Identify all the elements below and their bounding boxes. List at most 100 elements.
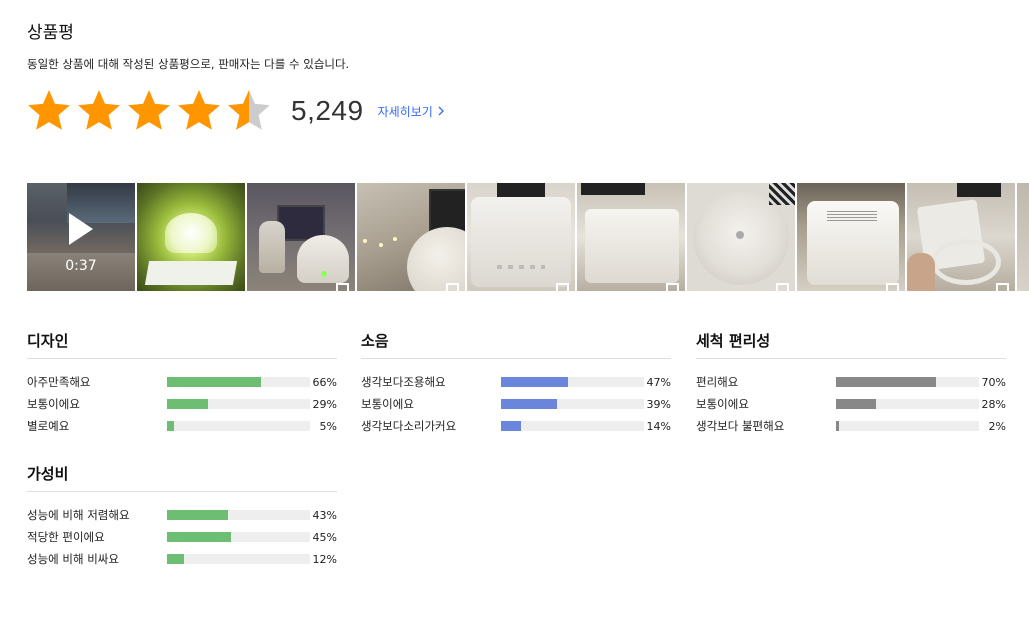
review-photo[interactable] <box>357 183 465 291</box>
rating-row: 보통이에요 29% <box>27 393 337 415</box>
rating-bar <box>501 399 644 409</box>
rating-label: 성능에 비해 저렴해요 <box>27 508 130 522</box>
review-count: 5,249 <box>291 95 364 126</box>
review-photo[interactable] <box>1017 183 1029 291</box>
rating-label: 아주만족해요 <box>27 375 91 389</box>
rating-label: 적당한 편이에요 <box>27 530 105 544</box>
half-star-icon <box>228 90 270 130</box>
photo-marker-icon <box>886 283 899 291</box>
rating-label: 보통이에요 <box>27 397 80 411</box>
rating-label: 보통이에요 <box>696 397 749 411</box>
rating-label: 생각보다소리가커요 <box>361 419 457 433</box>
rating-row: 아주만족해요 66% <box>27 371 337 393</box>
star-icon <box>28 90 70 130</box>
design-summary: 디자인 아주만족해요 66% 보통이에요 29% 별로예요 5% <box>27 330 337 437</box>
bar-fill <box>167 532 232 542</box>
rating-percent: 43% <box>312 508 337 522</box>
review-photo[interactable] <box>247 183 355 291</box>
chevron-right-icon <box>438 106 444 116</box>
rating-label: 생각보다 불편해요 <box>696 419 785 433</box>
star-icon <box>78 90 120 130</box>
rating-percent: 14% <box>646 419 671 433</box>
photo-marker-icon <box>666 283 679 291</box>
bar-fill <box>836 377 937 387</box>
rating-row: 보통이에요 28% <box>696 393 1006 415</box>
review-photo[interactable] <box>907 183 1015 291</box>
rating-percent: 45% <box>312 530 337 544</box>
rating-percent: 70% <box>981 375 1006 389</box>
bar-fill <box>836 399 877 409</box>
section-title: 가성비 <box>27 463 337 492</box>
reviews-notice: 동일한 상품에 대해 작성된 상품평으로, 판매자는 다를 수 있습니다. <box>27 57 350 71</box>
rating-row: 적당한 편이에요 45% <box>27 526 337 548</box>
rating-label: 생각보다조용해요 <box>361 375 446 389</box>
rating-bar <box>836 421 979 431</box>
play-icon <box>69 213 93 245</box>
rating-percent: 2% <box>988 419 1006 433</box>
section-title: 디자인 <box>27 330 337 359</box>
star-icon <box>128 90 170 130</box>
rating-label: 편리해요 <box>696 375 739 389</box>
bar-fill <box>501 377 569 387</box>
details-link[interactable]: 자세히보기 <box>378 103 445 120</box>
rating-bar <box>167 554 310 564</box>
review-photo[interactable] <box>467 183 575 291</box>
video-duration: 0:37 <box>65 258 97 274</box>
bar-fill <box>167 377 262 387</box>
rating-row: 편리해요 70% <box>696 371 1006 393</box>
bar-fill <box>167 399 209 409</box>
rating-label: 성능에 비해 비싸요 <box>27 552 119 566</box>
rating-percent: 12% <box>312 552 337 566</box>
photo-marker-icon <box>776 283 789 291</box>
rating-row: 별로예요 5% <box>27 415 337 437</box>
rating-bar <box>501 377 644 387</box>
rating-bar <box>167 377 310 387</box>
section-title: 소음 <box>361 330 671 359</box>
bar-fill <box>501 421 522 431</box>
photo-strip: 0:37 <box>27 183 1029 291</box>
review-photo[interactable] <box>137 183 245 291</box>
rating-label: 보통이에요 <box>361 397 414 411</box>
review-photo[interactable] <box>797 183 905 291</box>
bar-fill <box>501 399 557 409</box>
star-icon <box>178 90 220 130</box>
video-thumbnail[interactable]: 0:37 <box>27 183 135 291</box>
rating-percent: 47% <box>646 375 671 389</box>
section-title: 세척 편리성 <box>696 330 1006 359</box>
photo-marker-icon <box>996 283 1009 291</box>
noise-summary: 소음 생각보다조용해요 47% 보통이에요 39% 생각보다소리가커요 14% <box>361 330 671 437</box>
bar-fill <box>167 421 175 431</box>
rating-bar <box>501 421 644 431</box>
rating-row: 성능에 비해 저렴해요 43% <box>27 504 337 526</box>
rating-row: 성능에 비해 비싸요 12% <box>27 548 337 570</box>
photo-marker-icon <box>446 283 459 291</box>
photo-marker-icon <box>336 283 349 291</box>
value-summary: 가성비 성능에 비해 저렴해요 43% 적당한 편이에요 45% 성능에 비해 … <box>27 463 337 570</box>
rating-percent: 5% <box>319 419 337 433</box>
rating-bar <box>167 399 310 409</box>
photo-marker-icon <box>556 283 569 291</box>
details-link-label: 자세히보기 <box>377 104 433 119</box>
rating-row: 생각보다조용해요 47% <box>361 371 671 393</box>
rating-bar <box>836 399 979 409</box>
rating-row: 보통이에요 39% <box>361 393 671 415</box>
rating-summary: 5,249 자세히보기 <box>27 88 445 134</box>
rating-percent: 29% <box>312 397 337 411</box>
review-photo[interactable] <box>687 183 795 291</box>
rating-bar <box>836 377 979 387</box>
review-photo[interactable] <box>577 183 685 291</box>
rating-bar <box>167 510 310 520</box>
bar-fill <box>836 421 839 431</box>
rating-row: 생각보다소리가커요 14% <box>361 415 671 437</box>
rating-percent: 28% <box>981 397 1006 411</box>
bar-fill <box>167 510 229 520</box>
bar-fill <box>167 554 185 564</box>
star-rating <box>27 89 271 133</box>
rating-bar <box>167 421 310 431</box>
rating-percent: 66% <box>312 375 337 389</box>
rating-row: 생각보다 불편해요 2% <box>696 415 1006 437</box>
rating-label: 별로예요 <box>27 419 70 433</box>
reviews-title: 상품평 <box>27 23 74 43</box>
rating-bar <box>167 532 310 542</box>
cleaning-summary: 세척 편리성 편리해요 70% 보통이에요 28% 생각보다 불편해요 2% <box>696 330 1006 437</box>
